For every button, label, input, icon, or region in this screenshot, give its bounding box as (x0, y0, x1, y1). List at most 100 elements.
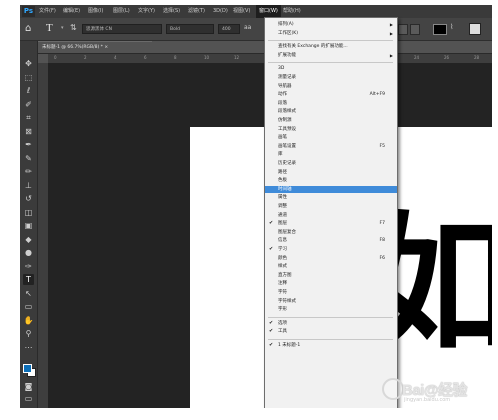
window-menu-item[interactable]: 测量记录 (265, 74, 397, 81)
align-center-icon[interactable] (398, 24, 408, 35)
window-menu-item[interactable]: ✔ 图层 F7 (265, 220, 397, 227)
menu-item-label: 直方图 (278, 272, 292, 278)
window-menu-item[interactable]: 信息 F8 (265, 237, 397, 244)
menu-item-label: 调整 (278, 204, 287, 209)
menu-type[interactable]: 文字(Y) (138, 5, 155, 18)
move-tool-icon[interactable]: ✥ (23, 58, 34, 69)
quick-mask-icon[interactable]: ◙ (23, 381, 34, 392)
pen-tool-icon[interactable]: ✑ (23, 261, 34, 272)
eraser-tool-icon[interactable]: ◫ (23, 207, 34, 218)
screen-mode-icon[interactable]: ▭ (23, 393, 34, 404)
menu-3d[interactable]: 3D(D) (213, 5, 228, 18)
window-menu-item[interactable]: 字符 (265, 289, 397, 296)
window-menu-item[interactable]: 导航器 (265, 83, 397, 90)
window-menu-item[interactable]: ✔ 1 未标题-1 (265, 342, 397, 349)
window-menu-item[interactable]: 历史记录 (265, 160, 397, 167)
window-menu-item[interactable]: 时间轴 (265, 185, 397, 193)
clone-stamp-tool-icon[interactable]: ⊥ (23, 180, 34, 191)
window-menu-item[interactable]: 画笔设置 F5 (265, 143, 397, 150)
window-menu-item[interactable]: 查找有关 Exchange 的扩展功能... (265, 43, 397, 50)
history-brush-tool-icon[interactable]: ↺ (23, 193, 34, 204)
baidu-paw-logo (382, 378, 404, 400)
quick-select-tool-icon[interactable]: ✐ (23, 99, 34, 110)
submenu-arrow-icon: ▶ (389, 22, 393, 27)
text-orientation-icon[interactable]: ⇅ (70, 23, 77, 32)
window-menu-item[interactable]: 图层复合 (265, 229, 397, 236)
hand-tool-icon[interactable]: ✋ (23, 315, 34, 326)
menu-edit[interactable]: 编辑(E) (63, 5, 80, 18)
menu-file[interactable]: 文件(F) (39, 5, 56, 18)
anti-alias-select[interactable]: aa (244, 24, 251, 31)
window-menu-item[interactable]: 颜色 F6 (265, 255, 397, 262)
window-menu-item[interactable]: 注释 (265, 280, 397, 287)
home-icon[interactable]: ⌂ (25, 23, 31, 35)
eyedropper-tool-icon[interactable]: ✒ (23, 139, 34, 150)
type-tool-icon[interactable]: T (23, 274, 34, 285)
lasso-tool-icon[interactable]: ℓ (23, 85, 34, 96)
window-menu-item[interactable]: 属性 (265, 194, 397, 201)
window-menu-item[interactable]: 样式 (265, 263, 397, 270)
window-menu-item[interactable]: 工具预设 (265, 126, 397, 133)
foreground-color-swatch[interactable] (23, 364, 32, 373)
menu-view[interactable]: 视图(V) (233, 5, 250, 18)
window-menu-item[interactable]: 库 (265, 151, 397, 158)
window-menu-item[interactable]: 3D (265, 65, 397, 72)
window-menu-item[interactable]: 字形 (265, 306, 397, 313)
crop-tool-icon[interactable]: ⌗ (23, 112, 34, 123)
font-family-select[interactable]: 思源黑体 CN (82, 24, 162, 34)
menu-item-label: 注释 (278, 281, 287, 287)
font-size-field[interactable]: 400 (218, 24, 240, 34)
window-menu-item[interactable]: ✔ 工具 (265, 328, 397, 335)
marquee-tool-icon[interactable]: ⬚ (23, 72, 34, 83)
window-menu-item[interactable]: 动作 Alt+F9 (265, 91, 397, 98)
menu-layer[interactable]: 图层(L) (113, 5, 130, 18)
window-menu-item[interactable]: 画笔 (265, 134, 397, 141)
menu-image[interactable]: 图像(I) (88, 5, 103, 18)
window-menu-item[interactable]: 字符样式 (265, 298, 397, 305)
window-menu-item[interactable]: 段落样式 (265, 108, 397, 115)
menu-filter[interactable]: 滤镜(T) (188, 5, 205, 18)
document-tab[interactable]: 未标题-1 @ 66.7%(RGB/8) * × (37, 41, 152, 53)
dodge-tool-icon[interactable]: ● (23, 247, 34, 258)
warp-text-icon[interactable]: ⌇ (450, 23, 453, 31)
menu-item-label: 时间轴 (278, 186, 292, 192)
menu-item-label: 工具 (278, 329, 287, 335)
menu-item-label: 画笔 (278, 135, 287, 141)
menu-item-label: 扩展功能 (278, 52, 296, 58)
zoom-tool-icon[interactable]: ⚲ (23, 328, 34, 339)
window-menu-item[interactable]: 段落 (265, 100, 397, 107)
rectangle-tool-icon[interactable]: ▭ (23, 301, 34, 312)
healing-brush-tool-icon[interactable]: ✎ (23, 153, 34, 164)
menu-item-label: 3D (278, 66, 285, 72)
menu-select[interactable]: 选择(S) (163, 5, 180, 18)
blur-tool-icon[interactable]: ◆ (23, 234, 34, 245)
menu-item-label: 选项 (278, 320, 287, 326)
text-color-swatch[interactable] (433, 24, 447, 35)
window-menu-item[interactable]: 色板 (265, 177, 397, 184)
window-menu-item[interactable]: 路径 (265, 169, 397, 176)
gradient-tool-icon[interactable]: ▣ (23, 220, 34, 231)
align-right-icon[interactable] (410, 24, 420, 35)
chevron-down-icon[interactable]: ▾ (61, 25, 64, 31)
window-menu-item[interactable]: ✔ 选项 (265, 320, 397, 327)
ruler-tick-label: 26 (444, 55, 450, 60)
edit-toolbar-icon[interactable]: ⋯ (23, 342, 34, 353)
submenu-arrow-icon: ▶ (389, 30, 393, 36)
window-menu-item[interactable]: 仿制源 (265, 117, 397, 124)
photoshop-logo-icon: Ps (22, 6, 35, 17)
window-menu-item[interactable]: 扩展功能 ▶ (265, 52, 397, 59)
type-tool-preset-icon[interactable]: T (46, 22, 53, 35)
path-select-tool-icon[interactable]: ↖ (23, 288, 34, 299)
frame-tool-icon[interactable]: ⊠ (23, 126, 34, 137)
character-panel-icon[interactable] (469, 23, 481, 35)
window-menu-item[interactable]: 调整 (265, 203, 397, 210)
window-menu-item[interactable]: 排列(A) ▶ (265, 21, 397, 28)
font-style-select[interactable]: Bold (166, 24, 214, 34)
brush-tool-icon[interactable]: ✏ (23, 166, 34, 177)
menu-item-label: 路径 (278, 169, 287, 175)
window-menu-item[interactable]: 工作区(K) ▶ (265, 30, 397, 37)
window-menu-item[interactable]: 直方图 (265, 272, 397, 279)
window-menu-item[interactable]: 通道 (265, 212, 397, 219)
window-menu-item[interactable]: ✔ 学习 (265, 246, 397, 253)
ruler-tick-label: 10 (204, 55, 210, 60)
